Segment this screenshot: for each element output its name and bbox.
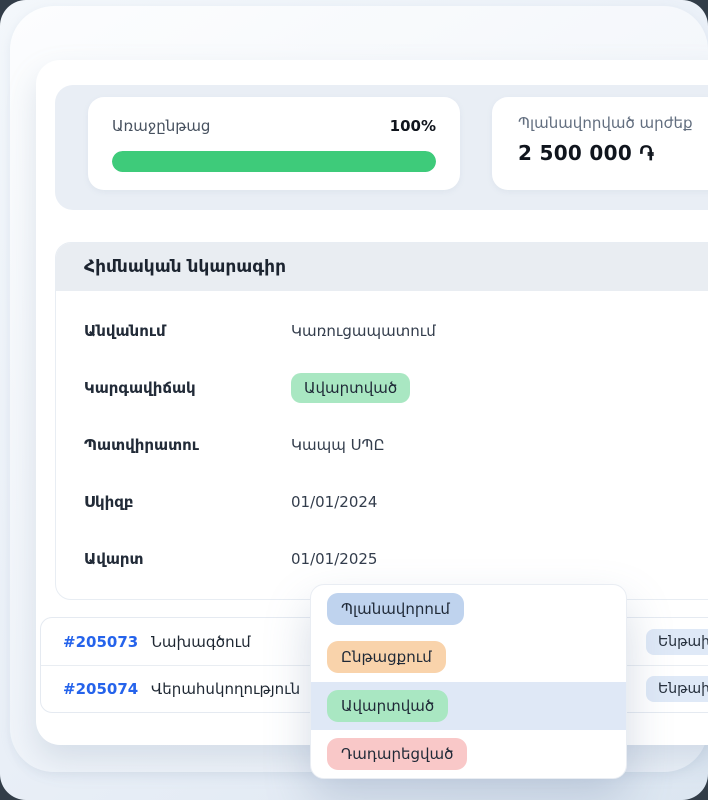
detail-value: Ավարտված [291,373,410,403]
task-status-badge: Ենթախնդիր [646,629,708,655]
planned-value-label: Պլանավորված արժեք [518,114,708,132]
section-body: Անվանում Կառուցապատում Կարգավիճակ Ավարտվ… [56,291,708,587]
detail-row: Ավարտ 01/01/2025 [84,530,708,587]
stats-strip: Առաջընթաց 100% Պլանավորված արժեք 2 500 0… [55,85,708,210]
detail-value: 01/01/2024 [291,493,377,511]
detail-value: Կապպ ՍՊԸ [291,436,385,454]
detail-label: Անվանում [84,322,291,340]
detail-label: Պատվիրատու [84,436,291,454]
status-option-badge: Ավարտված [327,690,448,722]
task-status-badge: Ենթախնդիր [646,676,708,702]
app-screen: Առաջընթաց 100% Պլանավորված արժեք 2 500 0… [0,0,708,800]
detail-label: Սկիզբ [84,493,291,511]
planned-value-amount: 2 500 000 ֏ [518,141,708,165]
status-option[interactable]: Պլանավորում [311,585,626,633]
detail-row: Կարգավիճակ Ավարտված [84,359,708,416]
planned-value-card: Պլանավորված արժեք 2 500 000 ֏ [492,97,708,190]
progress-percent: 100% [390,117,436,135]
progress-bar-fill [112,151,436,172]
task-name: Նախագծում [151,633,251,651]
task-id-link[interactable]: #205073 [63,633,151,651]
detail-row: Պատվիրատու Կապպ ՍՊԸ [84,416,708,473]
detail-row: Անվանում Կառուցապատում [84,302,708,359]
detail-row: Սկիզբ 01/01/2024 [84,473,708,530]
status-option-badge: Պլանավորում [327,593,464,625]
task-id-link[interactable]: #205074 [63,680,151,698]
progress-label: Առաջընթաց [112,117,210,135]
status-dropdown-menu: Պլանավորում Ընթացքում Ավարտված Դադարեցվա… [310,584,627,779]
main-description-section: Հիմնական նկարագիր Անվանում Կառուցապատում… [55,242,708,600]
detail-label: Ավարտ [84,550,291,568]
progress-bar-track [112,151,436,172]
task-name: Վերահսկողություն [151,680,300,698]
progress-card: Առաջընթաց 100% [88,97,460,190]
status-option[interactable]: Ընթացքում [311,633,626,681]
status-option-badge: Ընթացքում [327,641,446,673]
status-option[interactable]: Դադարեցված [311,730,626,778]
detail-value: Կառուցապատում [291,322,436,340]
detail-label: Կարգավիճակ [84,379,291,397]
status-option[interactable]: Ավարտված [311,682,626,730]
section-title: Հիմնական նկարագիր [56,243,708,291]
status-option-badge: Դադարեցված [327,738,467,770]
detail-value: 01/01/2025 [291,550,377,568]
